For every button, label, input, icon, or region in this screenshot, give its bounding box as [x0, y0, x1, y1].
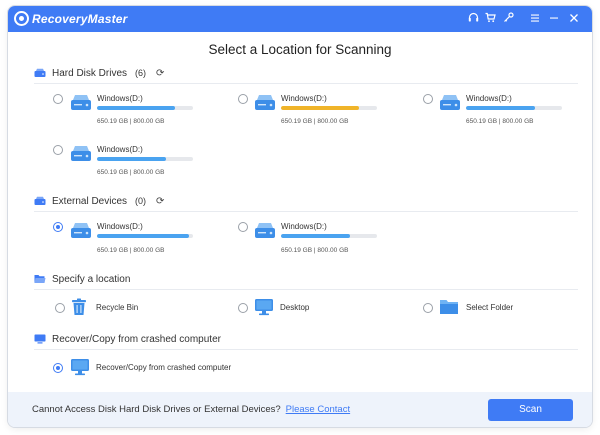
hard-disk-count: (6) [135, 68, 147, 78]
title-bar: RecoveryMaster [8, 6, 592, 32]
hard-disk-label: Hard Disk Drives [52, 67, 128, 79]
footer-bar: Cannot Access Disk Hard Disk Drives or E… [8, 392, 592, 427]
page-title: Select a Location for Scanning [208, 42, 392, 57]
usage-bar-fill [97, 234, 190, 238]
app-title: RecoveryMaster [32, 12, 128, 26]
divider [34, 211, 578, 212]
drive-size: 650.19 GB | 800.00 GB [97, 118, 165, 125]
usage-bar [97, 157, 193, 161]
drive-radio[interactable] [53, 222, 63, 232]
specify-location-section-header: Specify a location [34, 271, 130, 287]
drive-icon [439, 94, 461, 111]
usage-bar [466, 106, 562, 110]
desktop-label: Desktop [280, 303, 310, 312]
external-devices-section-header: External Devices (0) ⟳ [34, 193, 164, 209]
hard-disk-section-header: Hard Disk Drives (6) ⟳ [34, 65, 164, 81]
desktop-radio[interactable] [238, 303, 248, 313]
drive-size: 650.19 GB | 800.00 GB [97, 169, 165, 176]
computer-icon [34, 334, 46, 344]
select-folder-radio[interactable] [423, 303, 433, 313]
usage-bar-fill [97, 106, 175, 110]
drive-name: Windows(D:) [281, 222, 327, 231]
headset-icon[interactable] [464, 10, 482, 28]
usage-bar-fill [281, 234, 351, 238]
usage-bar-fill [466, 106, 536, 110]
key-icon[interactable] [499, 10, 517, 28]
usage-bar [97, 234, 193, 238]
drive-radio[interactable] [238, 94, 248, 104]
drive-icon [70, 222, 92, 239]
divider [34, 349, 578, 350]
usage-bar [97, 106, 193, 110]
menu-icon[interactable] [526, 10, 544, 28]
drive-size: 650.19 GB | 800.00 GB [466, 118, 534, 125]
drive-icon [70, 145, 92, 162]
close-icon[interactable] [565, 10, 583, 28]
drive-icon [254, 222, 276, 239]
please-contact-link[interactable]: Please Contact [286, 404, 350, 415]
app-logo-icon [14, 11, 29, 26]
folder-open-icon [34, 274, 46, 284]
footer-text: Cannot Access Disk Hard Disk Drives or E… [32, 404, 281, 415]
refresh-hard-disk-icon[interactable]: ⟳ [156, 68, 164, 79]
hard-drive-icon [34, 68, 46, 78]
external-devices-label: External Devices [52, 195, 128, 207]
drive-name: Windows(D:) [97, 145, 143, 154]
drive-name: Windows(D:) [97, 222, 143, 231]
recycle-bin-label: Recycle Bin [96, 303, 139, 312]
crashed-computer-radio[interactable] [53, 363, 63, 373]
minimize-icon[interactable] [545, 10, 563, 28]
specify-location-label: Specify a location [52, 273, 131, 285]
usage-bar-fill [281, 106, 359, 110]
divider [34, 83, 578, 84]
drive-radio[interactable] [53, 145, 63, 155]
recycle-bin-icon [71, 298, 87, 321]
drive-radio[interactable] [53, 94, 63, 104]
folder-icon [439, 298, 459, 320]
crashed-computer-section-header: Recover/Copy from crashed computer [34, 331, 221, 347]
divider [34, 289, 578, 290]
select-folder-label: Select Folder [466, 303, 514, 312]
drive-name: Windows(D:) [97, 94, 143, 103]
scan-button[interactable]: Scan [488, 399, 573, 421]
refresh-external-icon[interactable]: ⟳ [156, 196, 164, 207]
drive-size: 650.19 GB | 800.00 GB [281, 118, 349, 125]
drive-icon [70, 94, 92, 111]
external-drive-icon [34, 196, 46, 206]
cart-icon[interactable] [481, 10, 499, 28]
monitor-icon [70, 358, 90, 381]
drive-size: 650.19 GB | 800.00 GB [281, 247, 349, 254]
drive-name: Windows(D:) [281, 94, 327, 103]
desktop-icon [254, 298, 274, 321]
drive-radio[interactable] [238, 222, 248, 232]
drive-icon [254, 94, 276, 111]
drive-radio[interactable] [423, 94, 433, 104]
crashed-computer-item-label: Recover/Copy from crashed computer [96, 363, 232, 372]
drive-name: Windows(D:) [466, 94, 512, 103]
drive-size: 650.19 GB | 800.00 GB [97, 247, 165, 254]
app-window: RecoveryMaster Select a Location for Sca… [8, 6, 592, 427]
crashed-computer-label: Recover/Copy from crashed computer [52, 333, 221, 345]
usage-bar-fill [97, 157, 167, 161]
usage-bar [281, 106, 377, 110]
usage-bar [281, 234, 377, 238]
external-devices-count: (0) [135, 196, 147, 206]
footer-message: Cannot Access Disk Hard Disk Drives or E… [32, 404, 350, 415]
recycle-bin-radio[interactable] [55, 303, 65, 313]
